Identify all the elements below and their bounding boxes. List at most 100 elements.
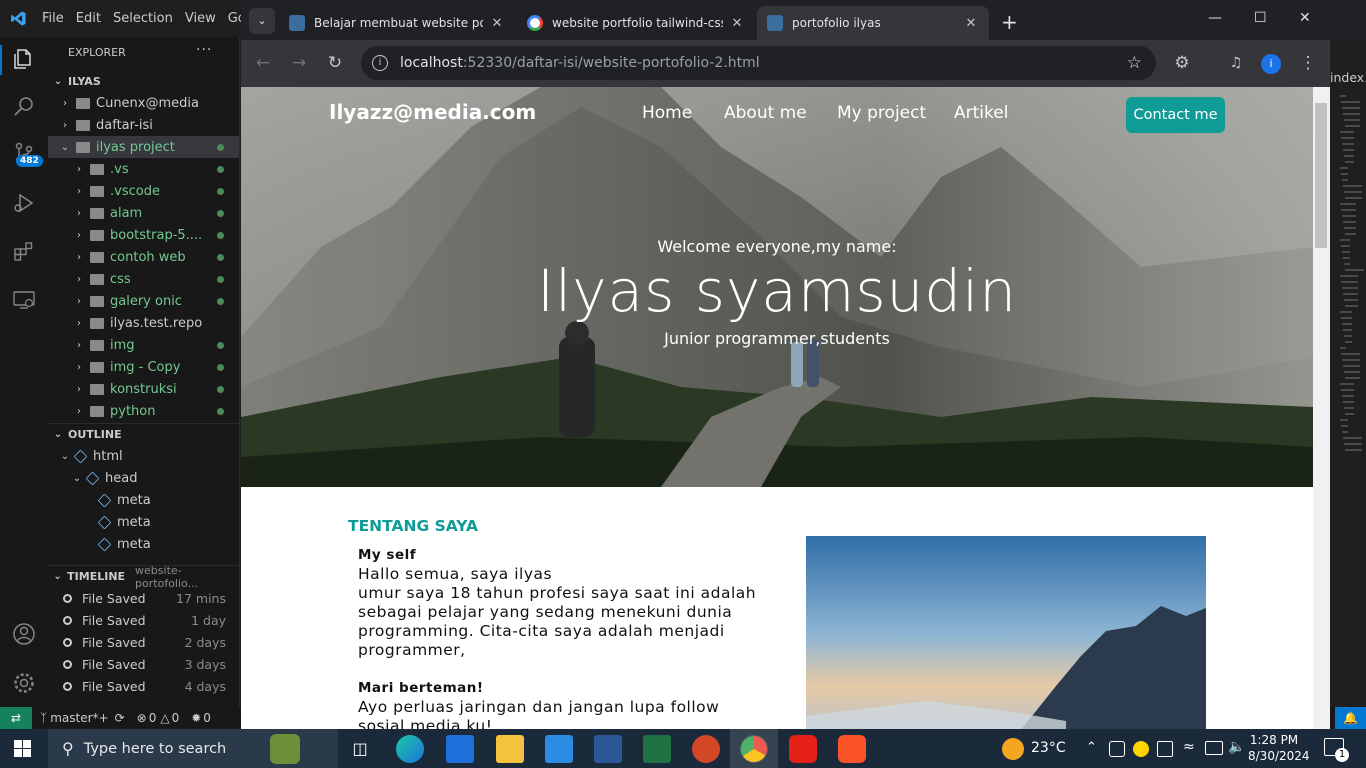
chevron-right-icon[interactable]: ›	[72, 318, 86, 329]
bookmark-star-icon[interactable]: ☆	[1127, 53, 1142, 73]
vscode-taskbar-icon[interactable]	[545, 735, 573, 763]
search-icon[interactable]	[12, 94, 36, 118]
explorer-root-header[interactable]: ⌄ ILYAS	[48, 70, 239, 92]
timeline-item[interactable]: File Saved 1 day	[48, 609, 226, 631]
page-scrollbar[interactable]	[1313, 87, 1330, 729]
timeline-item[interactable]: File Saved 2 days	[48, 631, 226, 653]
word-icon[interactable]	[594, 735, 622, 763]
nav-project[interactable]: My project	[837, 103, 926, 123]
contact-button[interactable]: Contact me	[1126, 97, 1225, 133]
timeline-item[interactable]: File Saved 4 days	[48, 675, 226, 697]
chevron-right-icon[interactable]: ›	[72, 186, 86, 197]
chevron-right-icon[interactable]: ›	[72, 230, 86, 241]
scrollbar-thumb[interactable]	[1315, 103, 1327, 248]
outline-item[interactable]: ⌄ head	[48, 467, 239, 489]
task-view-icon[interactable]: ◫	[346, 735, 374, 763]
chevron-right-icon[interactable]: ›	[58, 120, 72, 131]
edge-icon[interactable]	[396, 735, 424, 763]
explorer-item[interactable]: › alam	[48, 202, 239, 224]
explorer-item[interactable]: › python	[48, 400, 239, 422]
explorer-item[interactable]: › css	[48, 268, 239, 290]
explorer-files-icon[interactable]	[12, 47, 36, 71]
onedrive-icon[interactable]	[1109, 741, 1125, 757]
notification-bell-icon[interactable]: 🔔	[1335, 707, 1366, 729]
outline-item[interactable]: ⌄ html	[48, 445, 239, 467]
youtube-icon[interactable]	[789, 735, 817, 763]
chrome-tab-2[interactable]: website portfolio tailwind-css sa ✕	[517, 6, 755, 40]
nav-artikel[interactable]: Artikel	[954, 103, 1008, 123]
forward-icon[interactable]: →	[288, 52, 310, 74]
chevron-down-icon[interactable]: ⌄	[58, 451, 72, 462]
minimize-icon[interactable]: —	[1208, 10, 1222, 26]
volume-icon[interactable]: 🔈	[1228, 739, 1245, 755]
site-info-icon[interactable]: i	[372, 55, 388, 71]
chevron-right-icon[interactable]: ›	[72, 252, 86, 263]
nav-about[interactable]: About me	[724, 103, 807, 123]
editor-tab-index[interactable]: index.ex	[1330, 70, 1366, 92]
explorer-item[interactable]: › bootstrap-5....	[48, 224, 239, 246]
weather-icon[interactable]	[1002, 738, 1024, 760]
clock[interactable]: 1:28 PM 8/30/2024	[1248, 732, 1310, 764]
chrome-tab-1[interactable]: Belajar membuat website porto ✕	[279, 6, 515, 40]
excel-icon[interactable]	[643, 735, 671, 763]
extensions-icon[interactable]	[12, 239, 36, 263]
explorer-item[interactable]: › contoh web	[48, 246, 239, 268]
chevron-down-icon[interactable]: ⌄	[58, 142, 72, 153]
menu-selection[interactable]: Selection	[107, 11, 179, 26]
explorer-item[interactable]: › .vscode	[48, 180, 239, 202]
brand-logo[interactable]: Ilyazz@media.com	[329, 100, 536, 124]
extensions-puzzle-icon[interactable]: ⚙	[1171, 52, 1193, 74]
error-count[interactable]: 0	[149, 711, 157, 725]
timeline-item[interactable]: File Saved 3 days	[48, 653, 226, 675]
taskbar-search-box[interactable]: ⚲ Type here to search	[48, 729, 338, 768]
explorer-item[interactable]: › konstruksi	[48, 378, 239, 400]
explorer-item[interactable]: ⌄ ilyas project	[48, 136, 239, 158]
git-branch[interactable]: master*+	[50, 711, 108, 725]
chrome-menu-icon[interactable]: ⋮	[1297, 52, 1319, 74]
chevron-right-icon[interactable]: ›	[72, 164, 86, 175]
timeline-header[interactable]: ⌄ TIMELINE website-portofolio...	[48, 564, 239, 590]
outline-item[interactable]: meta	[48, 489, 239, 511]
address-bar[interactable]: i localhost:52330/daftar-isi/website-por…	[361, 46, 1156, 80]
remote-explorer-icon[interactable]	[12, 288, 36, 312]
outline-header[interactable]: ⌄ OUTLINE	[48, 423, 239, 445]
tray-chevron-icon[interactable]: ⌃	[1086, 740, 1097, 755]
run-debug-icon[interactable]	[12, 191, 36, 215]
sync-icon[interactable]: ⟳	[115, 711, 125, 725]
chevron-right-icon[interactable]: ›	[72, 384, 86, 395]
explorer-item[interactable]: › img	[48, 334, 239, 356]
tray-display-icon[interactable]	[1157, 741, 1173, 757]
chevron-right-icon[interactable]: ›	[72, 362, 86, 373]
explorer-more-icon[interactable]: ···	[196, 42, 212, 58]
chevron-right-icon[interactable]: ›	[72, 296, 86, 307]
explorer-item[interactable]: › daftar-isi	[48, 114, 239, 136]
menu-edit[interactable]: Edit	[70, 11, 107, 26]
new-tab-icon[interactable]: +	[1001, 10, 1018, 34]
explorer-item[interactable]: › ilyas.test.repo	[48, 312, 239, 334]
profile-avatar[interactable]: i	[1261, 54, 1281, 74]
remote-indicator-icon[interactable]: ⇄	[0, 707, 32, 729]
explorer-item[interactable]: › Cunenx@media	[48, 92, 239, 114]
explorer-item[interactable]: › img - Copy	[48, 356, 239, 378]
chevron-right-icon[interactable]: ›	[58, 98, 72, 109]
chevron-right-icon[interactable]: ›	[72, 274, 86, 285]
timeline-item[interactable]: File Saved 17 mins	[48, 587, 226, 609]
back-icon[interactable]: ←	[252, 52, 274, 74]
powerpoint-icon[interactable]	[692, 735, 720, 763]
windows-start-icon[interactable]	[14, 740, 31, 757]
chevron-right-icon[interactable]: ›	[72, 208, 86, 219]
warning-count[interactable]: 0	[172, 711, 180, 725]
search-highlight-icon[interactable]	[270, 734, 300, 764]
media-control-icon[interactable]: ♫	[1225, 52, 1247, 74]
wifi-icon[interactable]: ≈	[1183, 739, 1195, 755]
tab-close-icon[interactable]: ✕	[729, 16, 745, 31]
nav-home[interactable]: Home	[642, 103, 692, 123]
account-icon[interactable]	[12, 622, 36, 646]
tray-app-icon[interactable]	[1133, 741, 1149, 757]
explorer-item[interactable]: › .vs	[48, 158, 239, 180]
tab-close-icon[interactable]: ✕	[963, 16, 979, 31]
tab-close-icon[interactable]: ✕	[489, 16, 505, 31]
settings-gear-icon[interactable]	[12, 671, 36, 695]
chrome-tab-3-active[interactable]: portofolio ilyas ✕	[757, 6, 989, 40]
ports-count[interactable]: 0	[203, 711, 211, 725]
